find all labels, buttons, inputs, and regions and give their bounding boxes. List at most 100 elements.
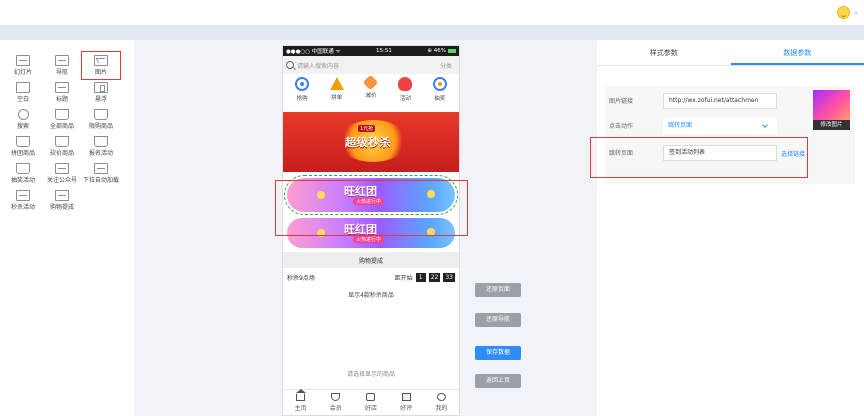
restore-page-button[interactable]: 还原页面	[475, 283, 521, 297]
shop-icon	[366, 393, 376, 401]
tab-shop[interactable]: 好店	[356, 393, 386, 412]
commission-icon	[55, 190, 69, 201]
tab-home[interactable]: 主页	[286, 389, 316, 412]
decor-dot	[427, 228, 435, 236]
save-button[interactable]: 保存数据	[475, 346, 521, 360]
widget-6[interactable]: 搜索	[4, 106, 42, 133]
tab-review[interactable]: 好评	[391, 393, 421, 412]
countdown-prefix: 距开始	[394, 274, 413, 282]
widget-13[interactable]: 关注公众号	[43, 160, 81, 187]
widget-7[interactable]: 全部商品	[43, 106, 81, 133]
status-bar: ●●●○○ 中国联通 ᯤ 15:51 ⊕ 46%	[283, 46, 459, 56]
phone-tabbar: 主页 会员 好店 好评 我的	[283, 389, 459, 415]
seckill-desc: 显示4款秒杀商品	[348, 292, 394, 299]
clock-text: 15:51	[376, 48, 392, 54]
modify-image-button[interactable]: 修改图片	[813, 120, 850, 130]
widget-12[interactable]: 抽奖活动	[4, 160, 42, 187]
widget-0[interactable]: 幻灯片	[4, 52, 42, 79]
widget-15[interactable]: 秒杀活动	[4, 187, 42, 214]
nav-icon-row: 抢购 拼单 减价 活动 抽奖	[283, 74, 459, 110]
click-action-select[interactable]: 跳转页面	[663, 118, 777, 134]
seckill-row: 秒杀9点场 距开始 1 22 33	[283, 268, 459, 286]
widget-label: 空白	[16, 96, 29, 103]
jump-page-field[interactable]: 签到活动列表	[663, 145, 777, 161]
property-tabs: 样式参数 数据参数	[597, 40, 864, 66]
widget-8[interactable]: 限购商品	[82, 106, 120, 133]
widget-4[interactable]: 标题	[43, 79, 81, 106]
back-button[interactable]: 返回上页	[475, 374, 521, 388]
widget-label: 关注公众号	[46, 177, 77, 184]
home-icon	[296, 389, 307, 401]
tab-me[interactable]: 我的	[426, 393, 456, 412]
widget-11[interactable]: 报名活动	[82, 133, 120, 160]
search-row: 请输入搜索内容 分类	[283, 56, 459, 74]
widget-9[interactable]: 拼团商品	[4, 133, 42, 160]
nav-item-lottery[interactable]: 抽奖	[425, 77, 455, 110]
diamond-icon	[331, 393, 341, 401]
widget-label: 搜索	[16, 123, 29, 130]
hero-badge: 1元抢	[358, 125, 376, 132]
image-link-label: 图片链接	[609, 98, 634, 105]
banner-title: 旺红团	[344, 223, 377, 236]
bag-icon	[55, 136, 69, 147]
image-link-field[interactable]: http://wx.zofui.net/attachmen	[663, 93, 777, 109]
image-banner-selected[interactable]: 旺红团 火热进行中	[284, 175, 458, 215]
widget-label: 全部商品	[49, 123, 74, 130]
select-link-button[interactable]: 选择链接	[781, 149, 805, 158]
tab-data-params[interactable]: 数据参数	[730, 40, 864, 65]
hero-banner[interactable]: 1元抢 超级秒杀	[283, 112, 459, 172]
group-icon	[329, 77, 344, 90]
decor-dot	[317, 191, 325, 199]
float-icon	[94, 82, 108, 93]
widget-label: 下拉自动加载	[82, 177, 119, 184]
smile-icon	[436, 393, 446, 401]
nav-icon	[55, 55, 69, 66]
lottery-icon	[432, 77, 447, 91]
bag-icon	[55, 109, 69, 120]
nav-item-group[interactable]: 拼单	[322, 77, 352, 110]
bag-icon	[94, 109, 108, 120]
widget-10[interactable]: 砍价商品	[43, 133, 81, 160]
widget-14[interactable]: 下拉自动加载	[82, 160, 120, 187]
widget-label: 砍价商品	[49, 150, 74, 157]
countdown: 距开始 1 22 33	[394, 272, 455, 282]
widget-grid: 幻灯片 导航 图片空白 标题 悬浮搜索 全部商品 限购商品拼团商品 砍价商品 报名活动抽奖活动 关…	[4, 51, 121, 214]
widget-label: 拼团商品	[10, 150, 35, 157]
chevron-down-icon	[762, 122, 768, 128]
image-icon	[94, 55, 108, 66]
widget-2[interactable]: 图片	[81, 51, 121, 80]
nav-item-rush[interactable]: 抢购	[287, 77, 317, 110]
battery-icon	[448, 48, 456, 53]
follow-icon	[55, 163, 69, 174]
image-form: 图片链接 http://wx.zofui.net/attachmen 点击动作 …	[605, 86, 855, 184]
image-banner[interactable]: 旺红团 火热进行中	[287, 218, 455, 248]
widget-label: 限购商品	[88, 123, 113, 130]
banner-title: 旺红团	[344, 185, 377, 198]
widget-5[interactable]: 悬浮	[82, 79, 120, 106]
search-input[interactable]: 请输入搜索内容	[286, 59, 440, 71]
widget-16[interactable]: 购物提成	[43, 187, 81, 214]
widget-label: 标题	[55, 96, 68, 103]
tag-icon	[363, 74, 379, 91]
seckill-label: 秒杀9点场	[287, 274, 315, 282]
review-icon	[401, 393, 411, 401]
property-panel: 样式参数 数据参数 图片链接 http://wx.zofui.net/attac…	[597, 40, 864, 416]
tab-style-params[interactable]: 样式参数	[597, 40, 731, 65]
jump-page-label: 跳转页面	[609, 150, 634, 157]
search-icon	[286, 61, 294, 69]
carrier-text: ●●●○○ 中国联通 ᯤ	[286, 49, 341, 55]
tab-member[interactable]: 会员	[321, 393, 351, 412]
widget-1[interactable]: 导航	[43, 52, 81, 79]
restore-nav-button[interactable]: 还原导航	[475, 313, 521, 327]
countdown-seconds: 33	[443, 272, 455, 282]
nav-item-activity[interactable]: 活动	[390, 77, 420, 110]
smiley-avatar-icon[interactable]	[837, 6, 850, 19]
pull-load-icon	[94, 163, 108, 174]
category-link[interactable]: 分类	[440, 61, 456, 70]
nav-item-discount[interactable]: 减价	[356, 74, 386, 110]
chevron-down-icon[interactable]: ⌄	[853, 8, 859, 16]
widget-3[interactable]: 空白	[4, 79, 42, 106]
bag-icon	[16, 136, 30, 147]
flame-icon	[398, 77, 413, 91]
sub-bar	[0, 26, 864, 40]
